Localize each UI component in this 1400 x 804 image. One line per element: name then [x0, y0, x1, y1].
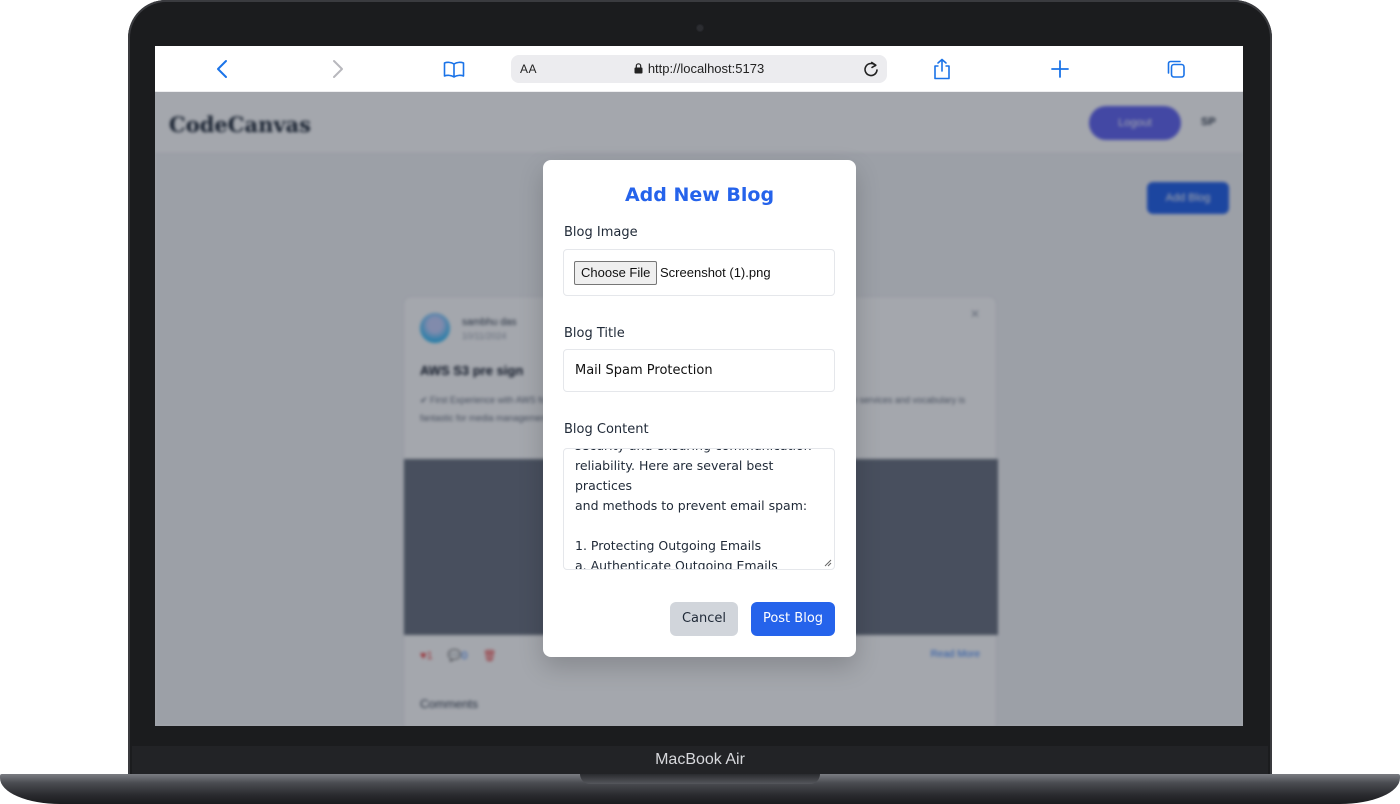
add-blog-modal: Add New Blog Blog Image Choose File Scre…: [543, 160, 856, 657]
reload-icon[interactable]: [861, 59, 881, 79]
resize-handle-icon[interactable]: [824, 559, 832, 567]
post-blog-button[interactable]: Post Blog: [751, 602, 835, 636]
lock-icon: [634, 63, 643, 74]
blog-content-text: security and ensuring communication reli…: [575, 449, 812, 570]
selected-file-name: Screenshot (1).png: [660, 265, 771, 280]
tabs-overview-icon[interactable]: [1163, 56, 1189, 82]
camera-icon: [697, 25, 703, 31]
share-icon[interactable]: [929, 56, 955, 82]
cancel-button[interactable]: Cancel: [670, 602, 738, 636]
forward-icon[interactable]: [325, 56, 351, 82]
url-text[interactable]: http://localhost:5173: [648, 61, 764, 76]
device-label: MacBook Air: [655, 751, 745, 768]
browser-toolbar: AA http://localhost:5173: [155, 46, 1243, 92]
new-tab-icon[interactable]: [1047, 56, 1073, 82]
choose-file-button[interactable]: Choose File: [574, 261, 658, 285]
address-bar[interactable]: AA http://localhost:5173: [511, 55, 887, 83]
blog-content-label: Blog Content: [564, 422, 649, 437]
laptop-notch: [580, 774, 820, 784]
blog-content-textarea[interactable]: security and ensuring communication reli…: [563, 448, 835, 570]
screen: AA http://localhost:5173 CodeCanvas Logo…: [155, 46, 1243, 726]
back-icon[interactable]: [209, 56, 235, 82]
blog-title-input[interactable]: Mail Spam Protection: [563, 349, 835, 392]
blog-image-file-input[interactable]: Choose File Screenshot (1).png: [563, 249, 835, 296]
blog-image-label: Blog Image: [564, 225, 638, 240]
bookmarks-icon[interactable]: [441, 56, 467, 82]
blog-title-label: Blog Title: [564, 326, 625, 341]
modal-title: Add New Blog: [624, 184, 775, 206]
